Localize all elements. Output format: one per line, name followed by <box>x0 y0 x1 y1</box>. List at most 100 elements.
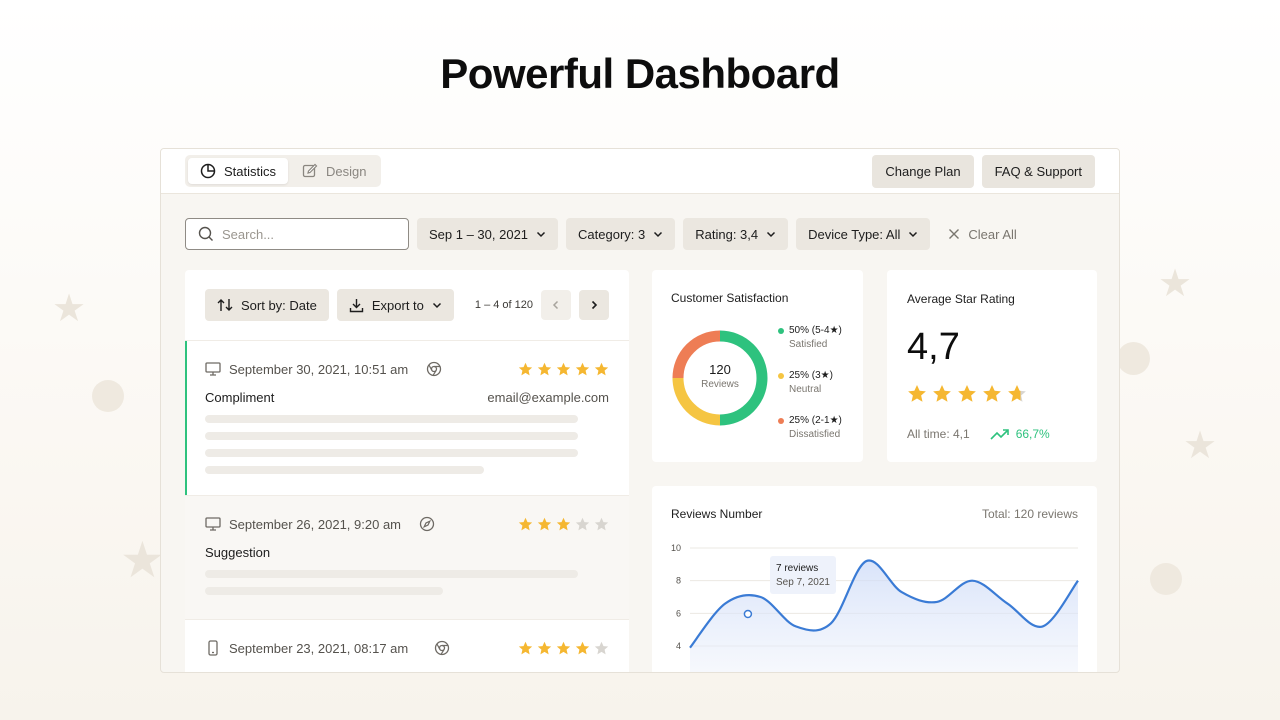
bg-star-icon: ★ <box>120 532 165 588</box>
star-icon <box>537 517 552 530</box>
tab-design[interactable]: Design <box>290 158 378 184</box>
change-plan-button[interactable]: Change Plan <box>872 154 974 188</box>
export-label: Export to <box>371 297 424 313</box>
date-filter[interactable]: Sep 1 – 30, 2021 <box>417 218 559 250</box>
donut-total-label: Reviews <box>701 379 739 390</box>
clear-all-label: Clear All <box>968 226 1017 242</box>
star-icon <box>518 517 533 530</box>
review-rating <box>518 641 609 656</box>
star-icon <box>1008 385 1026 402</box>
review-item[interactable]: September 23, 2021, 08:17 am <box>185 620 629 672</box>
star-icon <box>575 641 590 654</box>
text-placeholder-line <box>205 432 578 440</box>
star-icon <box>518 641 533 654</box>
review-type: Compliment <box>205 389 275 405</box>
card-title: Customer Satisfaction <box>671 291 789 305</box>
prev-page-button[interactable] <box>541 290 571 320</box>
review-rating <box>518 517 609 532</box>
donut-total: 120 <box>709 362 731 377</box>
y-tick-label: 8 <box>676 576 681 586</box>
bg-circle <box>1150 563 1182 595</box>
view-switcher: Statistics Design <box>185 155 382 187</box>
all-time-rating: All time: 4,1 <box>907 427 970 441</box>
bg-circle <box>92 380 124 412</box>
chevron-down-icon <box>537 231 546 238</box>
tab-statistics[interactable]: Statistics <box>188 158 289 184</box>
review-date: September 30, 2021, 10:51 am <box>229 361 409 377</box>
review-email: email@example.com <box>487 389 609 405</box>
chrome-icon <box>435 640 450 656</box>
star-icon <box>908 385 926 402</box>
average-rating-stars <box>907 384 1027 404</box>
review-item[interactable]: September 26, 2021, 9:20 am Suggestion <box>185 496 629 620</box>
page-title: Powerful Dashboard <box>440 50 840 97</box>
faq-support-button[interactable]: FAQ & Support <box>981 154 1095 188</box>
chevron-down-icon <box>432 302 441 309</box>
sort-button[interactable]: Sort by: Date <box>205 289 329 321</box>
legend-dot <box>778 372 784 379</box>
star-icon <box>537 362 552 375</box>
review-item[interactable]: September 30, 2021, 10:51 am Compliment … <box>185 341 629 496</box>
category-filter[interactable]: Category: 3 <box>566 218 676 250</box>
legend-label: 25% (3★) <box>789 370 833 381</box>
customer-satisfaction-card: Customer Satisfaction 120 Reviews 50% (5… <box>652 270 863 462</box>
text-placeholder-line <box>205 570 578 578</box>
text-placeholder-line <box>205 449 578 457</box>
date-filter-label: Sep 1 – 30, 2021 <box>429 226 529 242</box>
bg-star-icon: ★ <box>1183 425 1218 467</box>
average-rating-value: 4,7 <box>907 326 960 368</box>
pie-chart-icon <box>200 163 216 179</box>
tab-label: Statistics <box>224 163 277 179</box>
list-toolbar: Sort by: Date Export to 1 – 4 of 120 <box>185 270 629 341</box>
y-tick-label: 6 <box>676 608 681 618</box>
y-tick-label: 4 <box>676 641 681 651</box>
text-placeholder-line <box>205 415 578 423</box>
tooltip-date: Sep 7, 2021 <box>776 577 830 588</box>
review-date: September 23, 2021, 08:17 am <box>229 640 409 656</box>
tab-label: Design <box>326 163 367 179</box>
review-type: Suggestion <box>205 544 271 560</box>
rating-filter-label: Rating: 3,4 <box>695 226 759 242</box>
card-title: Average Star Rating <box>907 292 1015 306</box>
export-button[interactable]: Export to <box>336 289 454 321</box>
clear-all-button[interactable]: Clear All <box>938 227 1026 242</box>
star-icon <box>518 362 533 375</box>
reviews-line-chart: 10 8 6 4 7 reviews Sep 7, 2021 <box>671 543 1079 672</box>
star-icon <box>983 385 1001 402</box>
star-icon <box>537 641 552 654</box>
chevron-left-icon <box>552 300 559 310</box>
bg-star-icon: ★ <box>52 288 87 330</box>
chevron-down-icon <box>767 231 776 238</box>
review-date: September 26, 2021, 9:20 am <box>229 516 402 532</box>
bg-circle <box>1117 342 1150 375</box>
legend-label: 50% (5-4★) <box>789 325 842 336</box>
legend-sub: Neutral <box>789 384 822 395</box>
chevron-right-icon <box>591 300 598 310</box>
edit-icon <box>302 163 318 178</box>
data-point-highlight[interactable] <box>743 609 753 619</box>
download-icon <box>349 298 364 312</box>
pagination-label: 1 – 4 of 120 <box>474 299 533 311</box>
category-filter-label: Category: 3 <box>578 226 646 242</box>
next-page-button[interactable] <box>579 290 609 320</box>
star-icon <box>575 362 590 375</box>
device-type-filter[interactable]: Device Type: All <box>796 218 931 250</box>
rating-filter[interactable]: Rating: 3,4 <box>683 218 789 250</box>
legend-label: 25% (2-1★) <box>789 415 842 426</box>
review-rating <box>518 362 609 377</box>
star-icon <box>594 362 609 375</box>
pagination: 1 – 4 of 120 <box>475 290 609 320</box>
search-input[interactable]: Search... <box>185 218 409 250</box>
legend-sub: Satisfied <box>789 339 828 350</box>
star-icon <box>594 517 609 530</box>
filter-bar: Search... Sep 1 – 30, 2021 Category: 3 R… <box>185 218 1027 250</box>
text-placeholder-line <box>205 587 443 595</box>
star-icon <box>556 517 571 530</box>
legend-satisfied: 50% (5-4★) Satisfied <box>778 325 842 350</box>
star-icon <box>575 517 590 530</box>
chevron-down-icon <box>909 231 918 238</box>
reviews-list-panel: Sort by: Date Export to 1 – 4 of 120 Sep… <box>185 270 629 672</box>
dashboard-window: Statistics Design Change Plan FAQ & Supp… <box>160 148 1120 673</box>
search-placeholder: Search... <box>222 226 275 242</box>
monitor-icon <box>205 517 221 531</box>
